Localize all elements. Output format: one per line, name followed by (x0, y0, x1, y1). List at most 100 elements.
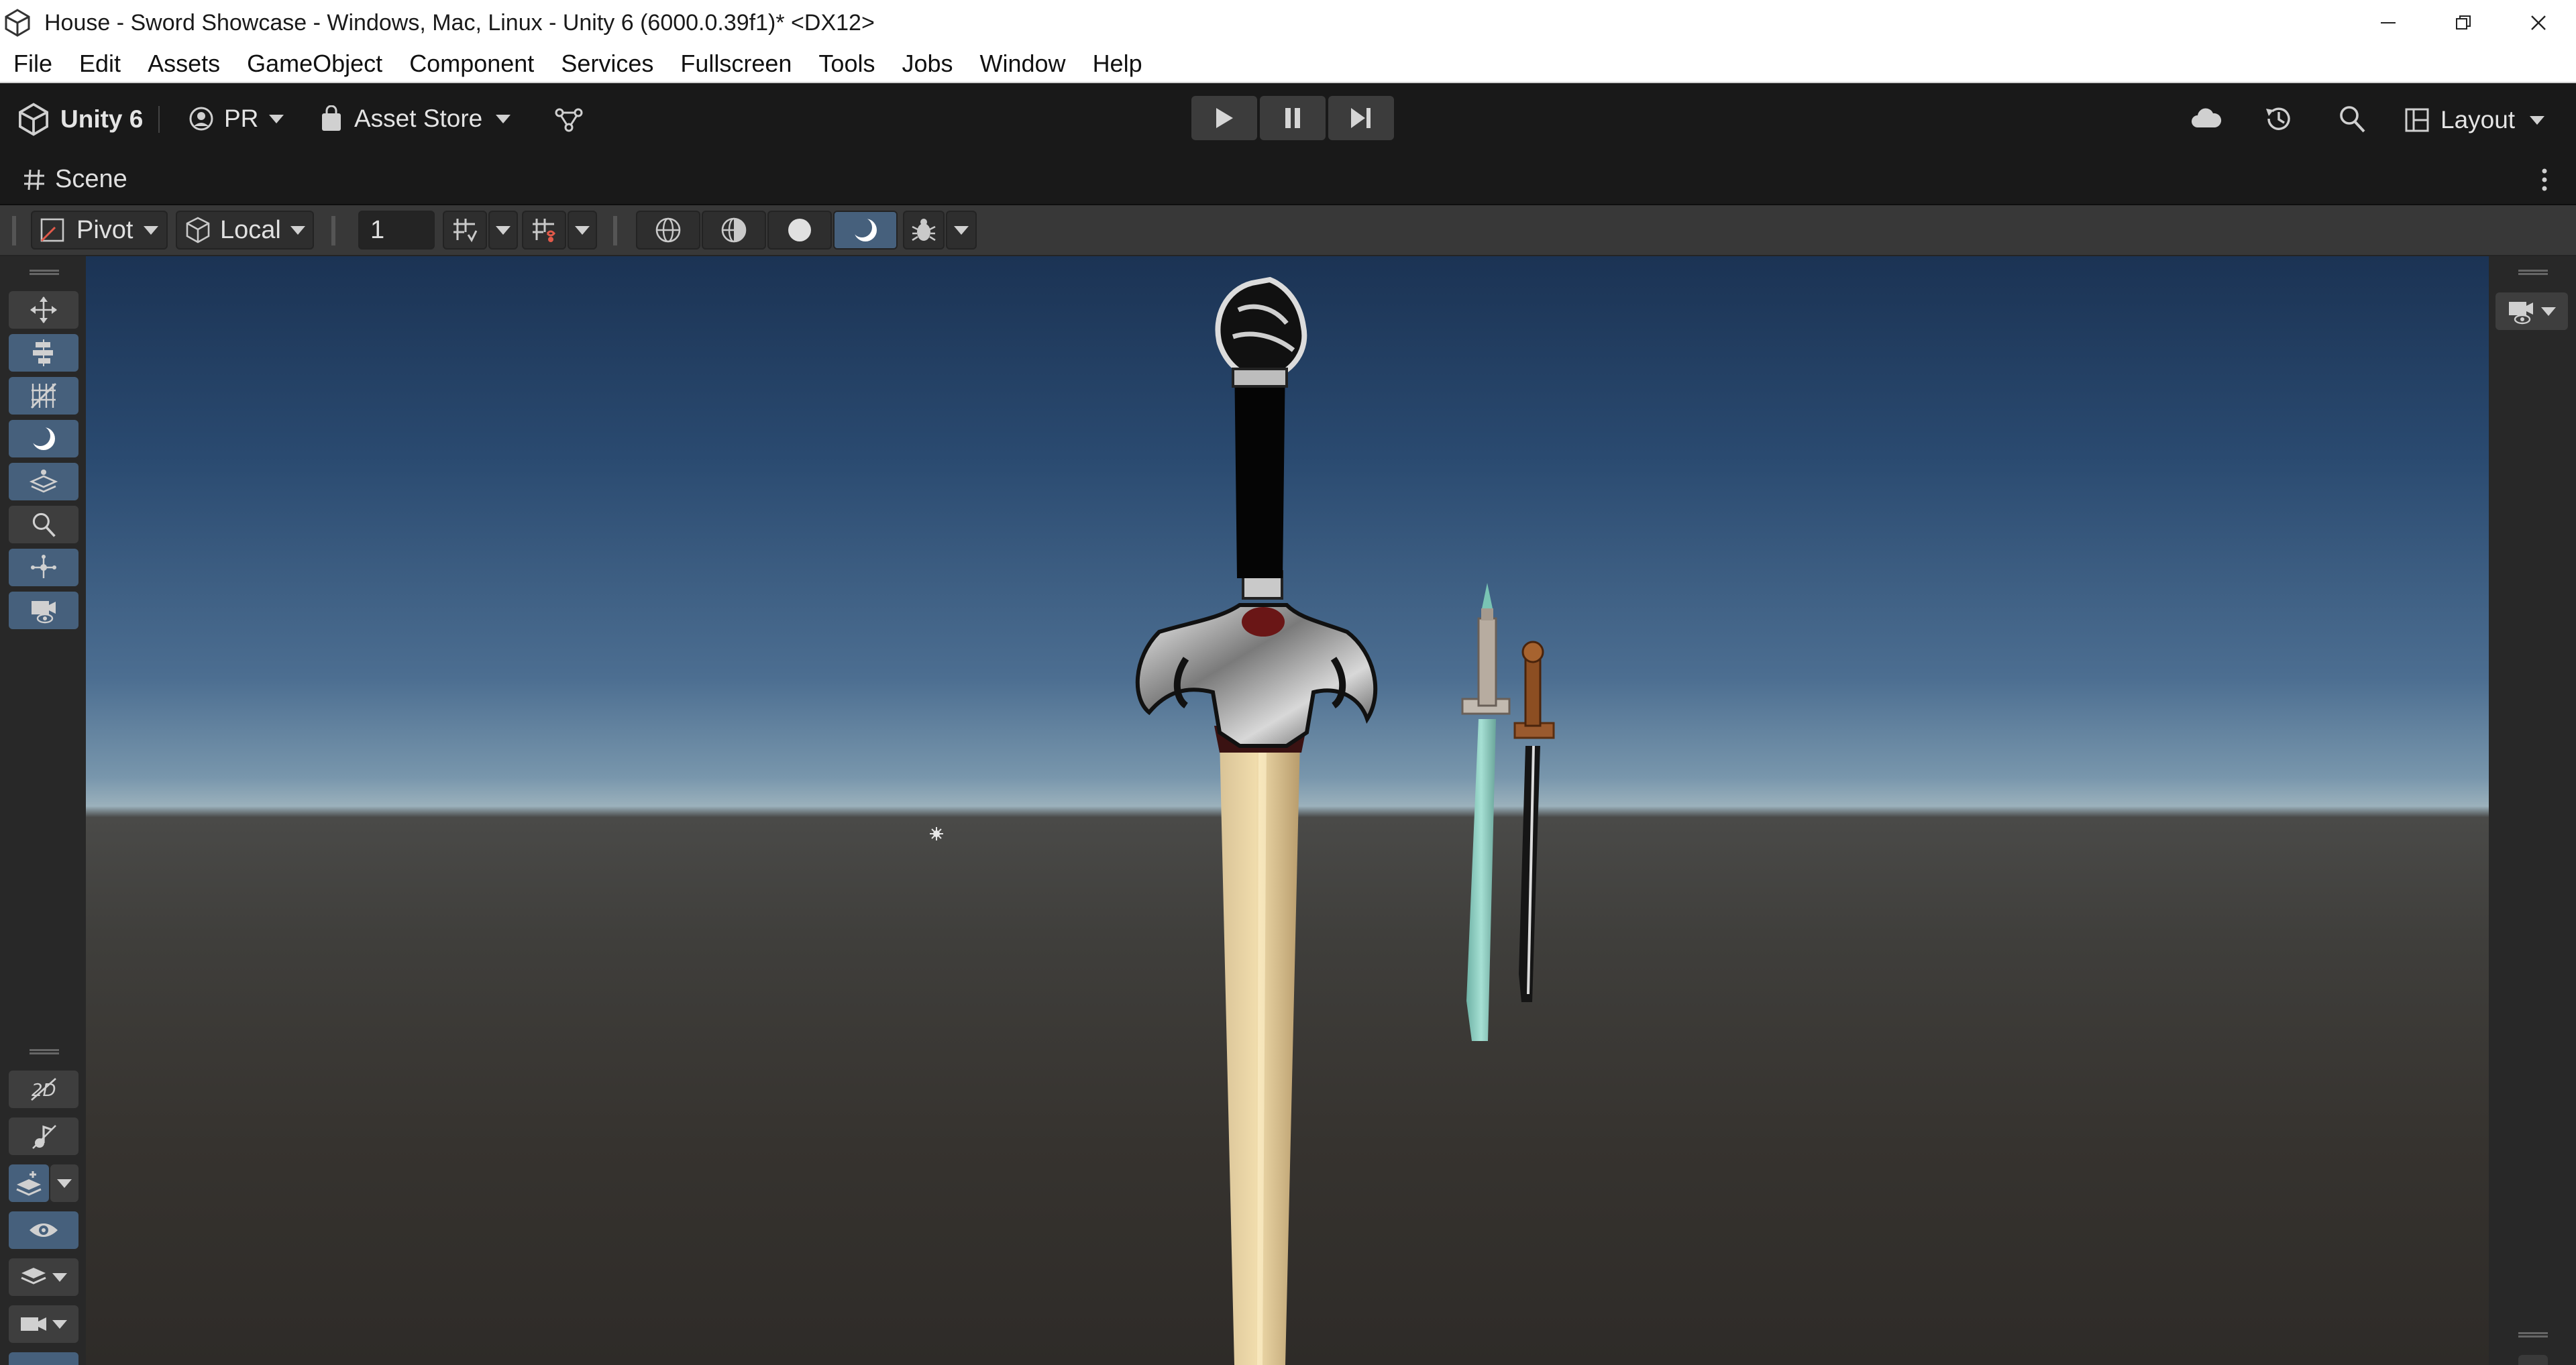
grid-snapping-dropdown[interactable] (488, 211, 518, 250)
minimize-button[interactable] (2351, 0, 2426, 46)
stacked-layers-icon (21, 1268, 46, 1285)
tools-overlay-panel: 2D (0, 256, 86, 1365)
menu-gameobject[interactable]: GameObject (233, 50, 396, 78)
axes-gizmo-icon (31, 555, 56, 578)
window-title: House - Sword Showcase - Windows, Mac, L… (44, 9, 875, 36)
effects-dropdown[interactable] (50, 1164, 78, 1202)
debug-draw-mode-dropdown[interactable] (946, 211, 977, 250)
search-scene-tool-button[interactable] (9, 506, 78, 543)
account-dropdown[interactable]: PR (188, 105, 285, 133)
scene-visibility-toggle[interactable] (9, 1211, 78, 1249)
chevron-down-icon (954, 226, 969, 235)
chevron-down-icon (52, 1320, 67, 1329)
menu-bar: File Edit Assets GameObject Component Se… (0, 46, 2576, 83)
menu-tools[interactable]: Tools (805, 50, 888, 78)
layer-visibility-dropdown[interactable] (9, 1258, 78, 1296)
overlay-more-button[interactable] (9, 1352, 78, 1365)
account-icon (189, 107, 213, 131)
play-controls (1191, 96, 1394, 140)
restore-button[interactable] (2426, 0, 2501, 46)
audio-toggle[interactable] (9, 1117, 78, 1155)
move-view-tool-button[interactable] (9, 291, 78, 329)
menu-services[interactable]: Services (547, 50, 667, 78)
unlit-button[interactable] (833, 211, 898, 250)
overlay-grip[interactable] (2518, 1332, 2548, 1337)
menu-assets[interactable]: Assets (134, 50, 233, 78)
menu-help[interactable]: Help (1079, 50, 1156, 78)
unity-logo-icon (5, 9, 30, 37)
menu-file[interactable]: File (0, 50, 66, 78)
camera-preview-tool-button[interactable] (9, 592, 78, 629)
pivot-dropdown[interactable]: Pivot (31, 211, 168, 250)
scene-view-camera-button[interactable] (2496, 292, 2568, 330)
chevron-down-icon (144, 226, 159, 235)
menu-edit[interactable]: Edit (66, 50, 134, 78)
grid-visibility-icon (533, 219, 555, 242)
play-button[interactable] (1191, 96, 1257, 140)
close-window-button[interactable] (2501, 0, 2576, 46)
orientation-tool-button[interactable] (9, 549, 78, 586)
scene-render[interactable] (86, 256, 2489, 1365)
grid-snapping-button[interactable] (443, 211, 487, 250)
tab-scene[interactable]: Scene (23, 165, 127, 194)
grid-visibility-button[interactable] (522, 211, 566, 250)
play-icon (1216, 108, 1233, 128)
account-label: PR (224, 105, 259, 132)
local-global-dropdown[interactable]: Local (176, 211, 314, 250)
overlay-grip[interactable] (30, 1049, 59, 1054)
camera-icon (21, 1317, 46, 1331)
wireframe-sphere-icon (655, 217, 681, 243)
lighting-tool-button[interactable] (9, 420, 78, 457)
large-sword-model[interactable] (1135, 276, 1378, 1365)
camera-overlay-panel (2489, 256, 2576, 1365)
hash-grid-icon (24, 169, 44, 190)
minimize-icon (2381, 22, 2396, 23)
align-tool-button[interactable] (9, 334, 78, 372)
cloud-button[interactable] (2190, 103, 2223, 136)
debug-draw-mode-button[interactable] (903, 211, 945, 250)
overlay-grip[interactable] (30, 270, 59, 275)
shaded-button[interactable] (767, 211, 832, 250)
shaded-wireframe-button[interactable] (702, 211, 766, 250)
tab-options-button[interactable] (2540, 166, 2549, 197)
asset-store-dropdown[interactable]: Asset Store (319, 105, 512, 133)
unity-product-button[interactable]: Unity 6 (16, 102, 143, 137)
grid-snap-icon (453, 219, 478, 243)
step-button[interactable] (1328, 96, 1394, 140)
close-icon (2531, 15, 2546, 30)
magnifier-icon (32, 512, 56, 537)
search-button[interactable] (2337, 103, 2367, 138)
grid-snap-tool-button[interactable] (9, 377, 78, 415)
overlay-grip[interactable] (2518, 270, 2548, 275)
light-gizmo-icon[interactable] (930, 827, 943, 840)
history-button[interactable] (2263, 103, 2294, 138)
shopping-bag-icon (322, 105, 341, 131)
camera-eye-icon (2509, 302, 2533, 325)
pivot-label: Pivot (76, 215, 133, 244)
branch-icon (555, 108, 583, 132)
overlay-collapse-indicator[interactable] (2518, 1355, 2548, 1365)
scene-view-toolbar: Pivot Local 1 (0, 205, 2576, 256)
version-control-button[interactable] (554, 105, 584, 138)
grid-visibility-dropdown[interactable] (568, 211, 597, 250)
layers-tool-button[interactable] (9, 463, 78, 500)
layout-dropdown[interactable]: Layout (2404, 106, 2546, 134)
2d-view-toggle[interactable]: 2D (9, 1071, 78, 1108)
grid-increment-field[interactable]: 1 (358, 211, 435, 250)
toolbar-separator (613, 216, 617, 245)
step-forward-icon (1351, 108, 1371, 128)
kebab-menu-icon (2542, 168, 2547, 191)
menu-jobs[interactable]: Jobs (888, 50, 966, 78)
bug-icon (912, 219, 936, 241)
menu-component[interactable]: Component (396, 50, 547, 78)
scene-viewport[interactable] (86, 256, 2489, 1365)
dark-sword-model[interactable] (1513, 641, 1555, 1002)
layout-icon (2405, 108, 2429, 132)
menu-fullscreen[interactable]: Fullscreen (667, 50, 805, 78)
scene-camera-dropdown[interactable] (9, 1305, 78, 1343)
teal-sword-model[interactable] (1461, 583, 1511, 1041)
wireframe-shading-button[interactable] (636, 211, 700, 250)
menu-window[interactable]: Window (967, 50, 1079, 78)
effects-toggle[interactable] (9, 1164, 49, 1202)
pause-button[interactable] (1260, 96, 1326, 140)
